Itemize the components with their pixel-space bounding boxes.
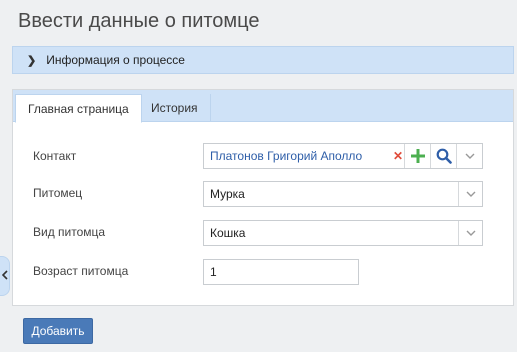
- tab-main-label: Главная страница: [28, 101, 129, 116]
- form-panel: Главная страница История Контакт Платоно…: [12, 89, 514, 306]
- process-info-label: Информация о процессе: [46, 53, 185, 67]
- tab-bar: Главная страница История: [13, 90, 513, 123]
- pet-select[interactable]: Мурка: [203, 181, 483, 207]
- chevron-down-icon[interactable]: [456, 144, 482, 168]
- page-title: Ввести данные о питомце: [18, 10, 260, 32]
- pet-age-label: Возраст питомца: [33, 264, 129, 278]
- pet-value: Мурка: [210, 187, 245, 201]
- collapse-handle[interactable]: [0, 256, 10, 296]
- search-icon[interactable]: [430, 144, 456, 168]
- tab-main[interactable]: Главная страница: [15, 94, 142, 123]
- contact-label: Контакт: [33, 149, 77, 163]
- pet-label: Питомец: [33, 186, 83, 200]
- pet-type-value: Кошка: [210, 226, 246, 240]
- chevron-right-icon: ❯: [27, 54, 37, 67]
- pet-age-input[interactable]: [203, 259, 359, 285]
- add-button[interactable]: Добавить: [23, 318, 93, 344]
- plus-icon[interactable]: [404, 144, 430, 168]
- chevron-down-icon[interactable]: [458, 221, 482, 245]
- chevron-down-icon[interactable]: [458, 182, 482, 206]
- contact-lookup: Платонов Григорий Аполло ✕: [203, 143, 483, 169]
- pet-type-label: Вид питомца: [33, 225, 106, 239]
- process-info-toggle[interactable]: ❯ Информация о процессе: [12, 46, 514, 74]
- pet-type-select[interactable]: Кошка: [203, 220, 483, 246]
- contact-value[interactable]: Платонов Григорий Аполло: [204, 149, 392, 163]
- tab-history-label: История: [151, 101, 198, 115]
- close-icon[interactable]: ✕: [392, 149, 404, 163]
- chevron-left-icon: [1, 269, 8, 283]
- tab-history[interactable]: История: [139, 94, 211, 122]
